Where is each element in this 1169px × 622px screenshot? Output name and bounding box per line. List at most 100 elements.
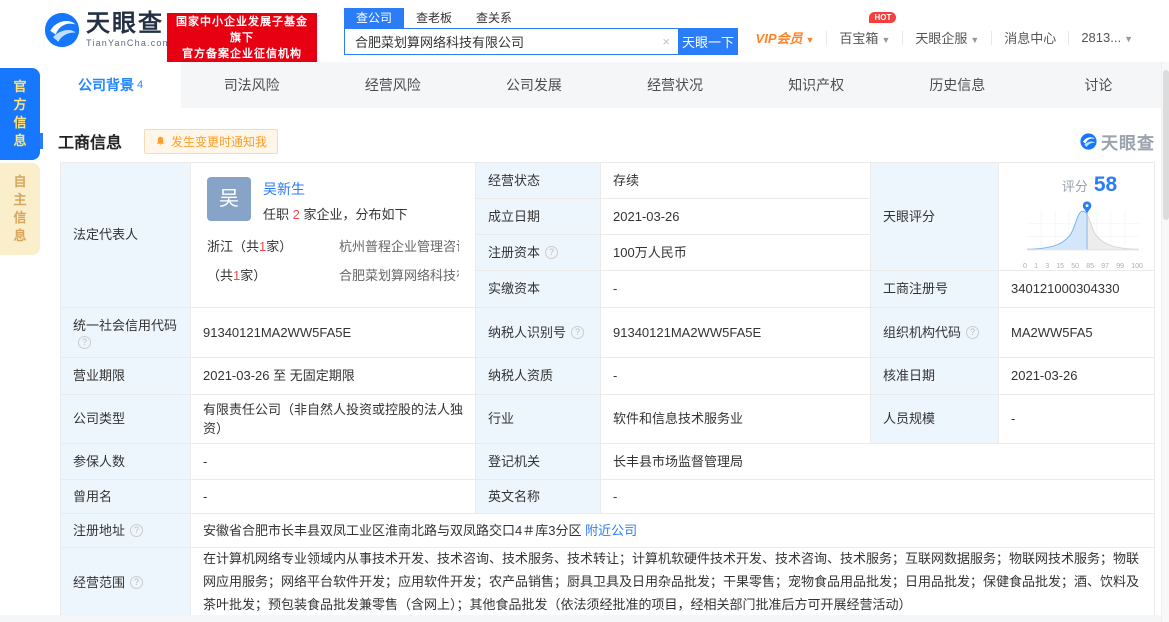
field-label-business-scope: 经营范围 xyxy=(61,548,191,618)
notify-on-change-button[interactable]: 发生变更时通知我 xyxy=(144,128,279,154)
help-icon[interactable] xyxy=(545,246,559,259)
help-icon[interactable] xyxy=(966,326,980,339)
search-tab-company[interactable]: 查公司 xyxy=(344,8,405,28)
chevron-down-icon: ▼ xyxy=(1124,34,1133,44)
tianyancha-logo-icon xyxy=(44,12,80,48)
toolbox-menu-item[interactable]: HOT 百宝箱 ▼ xyxy=(827,12,902,47)
nearby-companies-link[interactable]: 附近公司 xyxy=(585,521,637,541)
gov-badge-line2: 官方备案企业征信机构 xyxy=(182,48,302,60)
field-value-registered-address: 安徽省合肥市长丰县双凤工业区淮南北路与双凤路交口4＃库3分区 附近公司 xyxy=(191,514,1155,548)
government-certification-badge: 国家中小企业发展子基金旗下 官方备案企业征信机构 xyxy=(167,13,317,63)
distribution-company-link[interactable]: 合肥菜划算网络科技有... xyxy=(339,266,459,286)
tianyancha-logo[interactable]: 天眼查 TianYanCha.com xyxy=(44,12,171,48)
legal-rep-name-link[interactable]: 吴新生 xyxy=(263,179,305,200)
field-label-registration-authority: 登记机关 xyxy=(476,444,601,480)
chevron-down-icon: ▼ xyxy=(805,35,815,45)
chevron-down-icon: ▼ xyxy=(881,35,891,45)
search-tab-relation[interactable]: 查关系 xyxy=(464,8,524,28)
bell-icon xyxy=(156,136,165,145)
vip-menu-item[interactable]: VIP会员 ▼ xyxy=(744,28,827,47)
search-input[interactable] xyxy=(344,28,678,55)
field-value-org-code: MA2WW5FA5 xyxy=(999,308,1155,358)
field-value-company-type: 有限责任公司（非自然人投资或控股的法人独资） xyxy=(191,395,476,444)
hot-badge: HOT xyxy=(869,12,897,23)
field-value-registered-capital: 100万人民币 xyxy=(601,235,871,271)
section-accent-bar xyxy=(40,133,43,149)
page-scrollbar[interactable] xyxy=(1161,62,1169,622)
field-value-reg-number: 340121000304330 xyxy=(999,271,1155,308)
message-center-menu-item[interactable]: 消息中心 xyxy=(992,28,1068,47)
field-label-taxpayer-id: 纳税人识别号 xyxy=(476,308,601,358)
distribution-company-link[interactable]: 杭州普程企业管理咨询... xyxy=(339,237,459,257)
search-button[interactable]: 天眼一下 xyxy=(678,28,738,55)
field-label-insured-count: 参保人数 xyxy=(61,444,191,480)
field-label-business-status: 经营状态 xyxy=(476,163,601,199)
field-label-company-type: 公司类型 xyxy=(61,395,191,444)
scrollbar-thumb[interactable] xyxy=(1163,70,1169,220)
search-area: 查公司 查老板 查关系 × 天眼一下 xyxy=(344,8,738,55)
search-tab-boss[interactable]: 查老板 xyxy=(404,8,464,28)
field-label-business-term: 营业期限 xyxy=(61,358,191,395)
field-label-staff-size: 人员规模 xyxy=(871,395,999,444)
field-value-english-name: - xyxy=(601,480,1155,514)
field-value-taxpayer-quality: - xyxy=(601,358,871,395)
field-label-registered-address: 注册地址 xyxy=(61,514,191,548)
score-value: 58 xyxy=(1093,173,1118,196)
top-menu: VIP会员 ▼ HOT 百宝箱 ▼ 天眼企服 ▼ 消息中心 2813... ▼ xyxy=(744,12,1145,47)
clear-search-icon[interactable]: × xyxy=(662,34,670,49)
field-label-legal-representative: 法定代表人 xyxy=(61,163,191,308)
tab-company-background[interactable]: 公司背景 4 xyxy=(40,62,182,108)
watermark-text: 天眼查 xyxy=(1101,133,1155,153)
field-label-credit-code: 统一社会信用代码 xyxy=(61,308,191,358)
account-menu-item[interactable]: 2813... ▼ xyxy=(1069,30,1145,45)
distribution-region: 浙江（共1家） xyxy=(207,238,293,254)
business-info-section-header: 工商信息 发生变更时通知我 天眼查 xyxy=(40,124,1155,158)
field-label-industry: 行业 xyxy=(476,395,601,444)
tab-discussion[interactable]: 讨论 xyxy=(1028,62,1169,108)
help-icon[interactable] xyxy=(130,524,144,537)
tianyancha-watermark: 天眼查 xyxy=(1080,129,1155,154)
tab-judicial-risk[interactable]: 司法风险 xyxy=(181,62,322,108)
field-label-establish-date: 成立日期 xyxy=(476,199,601,235)
legal-rep-distribution: 浙江（共1家） 杭州普程企业管理咨询... （共1家） 合肥菜划算网络科技有..… xyxy=(207,237,459,286)
tab-operating-status[interactable]: 经营状况 xyxy=(605,62,746,108)
legal-rep-tenure: 任职 2 家企业，分布如下 xyxy=(263,207,408,222)
help-icon[interactable] xyxy=(130,576,144,589)
field-value-insured-count: - xyxy=(191,444,476,480)
help-icon[interactable] xyxy=(571,326,585,339)
logo-domain: TianYanCha.com xyxy=(86,38,172,48)
sidebar-tab-official-info[interactable]: 官方信息 xyxy=(0,68,40,160)
tab-intellectual-property[interactable]: 知识产权 xyxy=(746,62,887,108)
field-value-business-status: 存续 xyxy=(601,163,871,199)
field-value-credit-code: 91340121MA2WW5FA5E xyxy=(191,308,476,358)
distribution-region: （共1家） xyxy=(207,268,267,283)
page-header: 天眼查 TianYanCha.com 国家中小企业发展子基金旗下 官方备案企业征… xyxy=(0,0,1169,63)
enterprise-service-menu-item[interactable]: 天眼企服 ▼ xyxy=(903,28,991,47)
tab-company-development[interactable]: 公司发展 xyxy=(463,62,604,108)
field-value-taxpayer-id: 91340121MA2WW5FA5E xyxy=(601,308,871,358)
score-header: 评分 58 xyxy=(1035,169,1144,201)
help-icon[interactable] xyxy=(78,335,91,349)
search-tabs: 查公司 查老板 查关系 xyxy=(344,8,738,28)
field-value-industry: 软件和信息技术服务业 xyxy=(601,395,871,444)
field-value-paid-capital: - xyxy=(601,271,871,308)
tianyan-score-cell: 评分 58 0 1 3 15 50 85 97 99 100 xyxy=(999,163,1155,271)
tab-operating-risk[interactable]: 经营风险 xyxy=(322,62,463,108)
field-label-tianyan-score: 天眼评分 xyxy=(871,163,999,271)
logo-title: 天眼查 xyxy=(86,10,164,37)
legal-representative-cell: 吴 吴新生 任职 2 家企业，分布如下 浙江（共1家） 杭州普程企业管理咨询..… xyxy=(191,163,476,308)
gov-badge-line1: 国家中小企业发展子基金旗下 xyxy=(176,16,308,44)
field-label-paid-capital: 实缴资本 xyxy=(476,271,601,308)
page-bottom-strip xyxy=(0,615,1169,622)
tenure-count: 2 xyxy=(292,207,300,222)
field-label-english-name: 英文名称 xyxy=(476,480,601,514)
tab-count-badge: 4 xyxy=(137,79,144,91)
field-value-business-scope: 在计算机网络专业领域内从事技术开发、技术咨询、技术服务、技术转让；计算机软硬件技… xyxy=(191,548,1155,618)
field-label-approval-date: 核准日期 xyxy=(871,358,999,395)
legal-rep-avatar[interactable]: 吴 xyxy=(207,177,251,221)
sidebar-tab-self-info[interactable]: 自主信息 xyxy=(0,163,40,255)
field-value-business-term: 2021-03-26 至 无固定期限 xyxy=(191,358,476,395)
field-value-registration-authority: 长丰县市场监督管理局 xyxy=(601,444,1155,480)
tab-history-info[interactable]: 历史信息 xyxy=(887,62,1028,108)
section-title: 工商信息 xyxy=(58,135,123,152)
